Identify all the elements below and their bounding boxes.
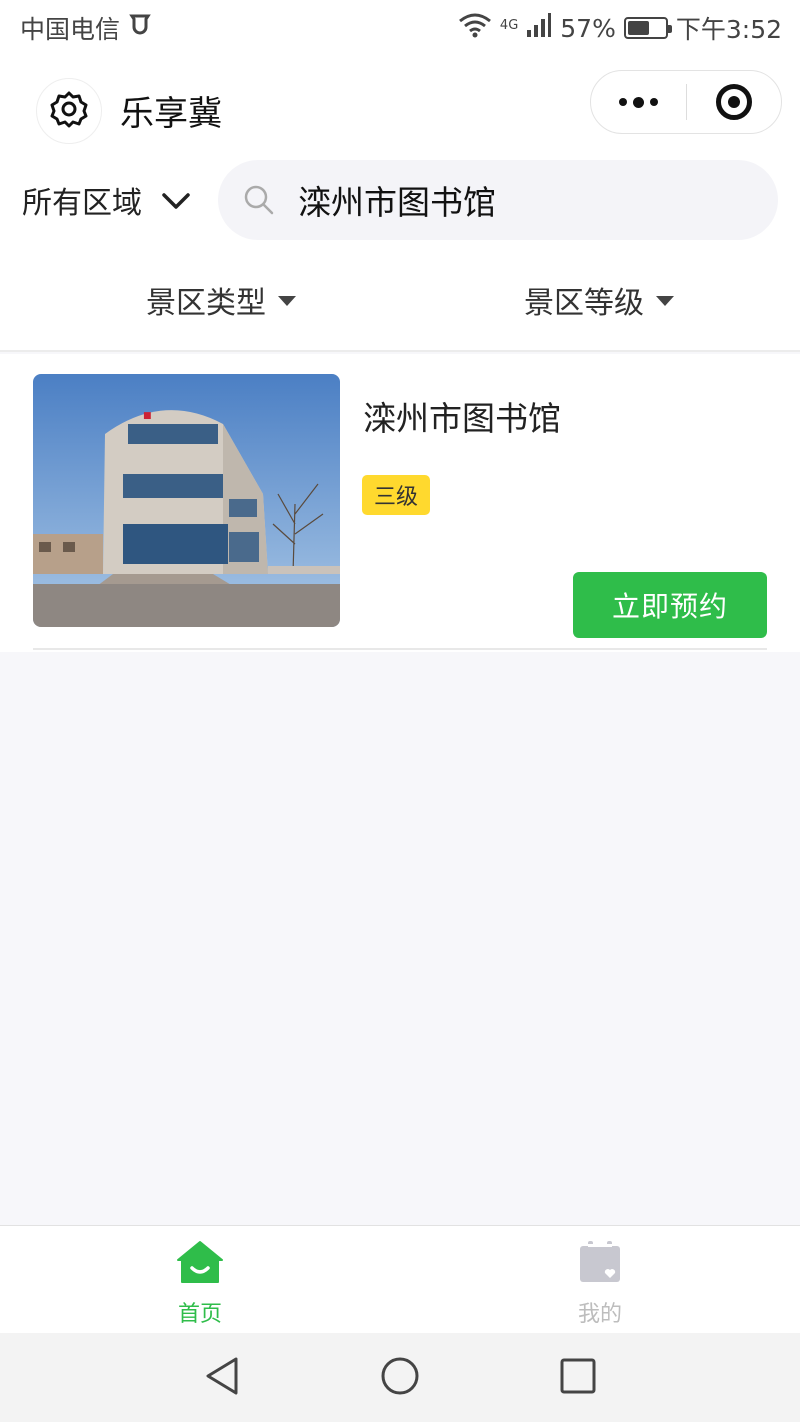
- result-list: ■ 滦州市图书馆 三级 立即预约: [0, 354, 800, 652]
- battery-percent: 57%: [560, 13, 616, 43]
- battery-icon: [623, 17, 672, 39]
- more-button[interactable]: [591, 71, 686, 133]
- clock: 下午3:52: [675, 15, 782, 44]
- status-left: 中国电信: [20, 10, 152, 46]
- more-dot-center: [633, 96, 644, 108]
- home-icon: [176, 1240, 224, 1290]
- home-circle-icon[interactable]: [380, 1356, 420, 1400]
- gear-icon: [49, 89, 89, 133]
- calendar-icon: [576, 1240, 624, 1290]
- region-label: 所有区域: [22, 186, 142, 221]
- tab-home[interactable]: 首页: [0, 1226, 400, 1333]
- venue-name: 滦州市图书馆: [363, 399, 561, 438]
- list-item[interactable]: ■ 滦州市图书馆 三级 立即预约: [33, 374, 767, 650]
- book-now-button[interactable]: 立即预约: [573, 572, 767, 638]
- filter-label: 景区等级: [524, 286, 644, 321]
- filter-label: 景区类型: [146, 286, 266, 321]
- search-icon: [242, 183, 276, 217]
- wifi-icon: [458, 12, 492, 44]
- search-box[interactable]: [218, 160, 778, 240]
- tab-label: 我的: [577, 1302, 622, 1327]
- caret-down-icon: [278, 296, 296, 306]
- tab-mine[interactable]: 我的: [400, 1226, 800, 1333]
- target-dot: [727, 96, 740, 108]
- level-badge: 三级: [362, 475, 431, 515]
- battery-fill: [627, 21, 649, 35]
- chevron-down-icon: [162, 183, 190, 218]
- region-dropdown[interactable]: 所有区域: [22, 178, 190, 222]
- filter-scenic-level[interactable]: 景区等级: [524, 278, 674, 322]
- svg-text:■: ■: [143, 411, 152, 421]
- mini-program-capsule: [590, 70, 782, 134]
- status-right: 4G 57% 下午3:52: [458, 10, 782, 46]
- more-dots-icon: [619, 98, 627, 106]
- app-title: 乐享冀: [120, 94, 222, 134]
- network-type-label: 4G: [499, 18, 519, 33]
- caret-down-icon: [656, 296, 674, 306]
- carrier-label: 中国电信: [20, 15, 121, 44]
- filter-scenic-type[interactable]: 景区类型: [146, 278, 296, 322]
- recents-square-icon[interactable]: [560, 1358, 596, 1398]
- status-bar: 中国电信 4G 57% 下午3:52: [0, 0, 800, 56]
- notification-icon: [128, 13, 152, 43]
- back-icon[interactable]: [204, 1356, 240, 1400]
- venue-photo: ■: [33, 374, 340, 627]
- tab-label: 首页: [177, 1302, 222, 1327]
- search-row: 所有区域: [0, 152, 800, 252]
- target-circle-icon: [715, 84, 752, 120]
- settings-button[interactable]: [36, 78, 102, 144]
- search-input[interactable]: [298, 180, 738, 220]
- close-button[interactable]: [687, 71, 781, 133]
- filter-bar: 景区类型 景区等级: [0, 252, 800, 352]
- signal-icon: [526, 12, 552, 44]
- more-dot-right: [650, 98, 658, 106]
- system-nav-bar: [0, 1333, 800, 1422]
- app-header: 乐享冀: [0, 56, 800, 152]
- bottom-tabbar: 首页 我的: [0, 1225, 800, 1333]
